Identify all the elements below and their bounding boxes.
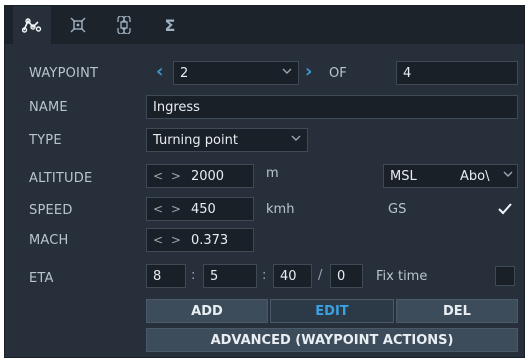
stepper-arrows-icon[interactable]: < >: [153, 169, 183, 183]
eta-separator: /: [318, 268, 323, 283]
tab-route[interactable]: [13, 6, 51, 44]
eta-label: ETA: [29, 271, 54, 286]
waypoint-select[interactable]: 2: [173, 61, 299, 85]
altitude-reference-value: MSL: [390, 168, 417, 184]
waypoint-value: 2: [180, 65, 189, 81]
type-value: Turning point: [153, 132, 238, 148]
eta-separator: :: [191, 268, 196, 283]
eta-minutes-value: 5: [210, 268, 219, 284]
eta-seconds-input[interactable]: 40: [273, 264, 312, 288]
altitude-value: 2000: [190, 168, 225, 184]
prev-waypoint-button[interactable]: ‹: [156, 61, 163, 82]
type-select[interactable]: Turning point: [146, 128, 308, 152]
waypoint-of-label: OF: [329, 66, 347, 81]
stepper-arrows-icon[interactable]: < >: [153, 202, 183, 216]
gs-checkbox[interactable]: [495, 199, 515, 219]
next-waypoint-button[interactable]: ›: [305, 61, 312, 82]
eta-separator: :: [262, 268, 267, 283]
waypoint-total-value: 4: [403, 65, 412, 81]
eta-fraction-input[interactable]: 0: [330, 264, 363, 288]
name-value: Ingress: [153, 99, 200, 115]
route-icon: [22, 18, 42, 33]
waypoint-label: WAYPOINT: [29, 66, 99, 81]
sigma-icon: Σ: [164, 15, 176, 35]
mach-label: MACH: [29, 233, 69, 248]
eta-seconds-value: 40: [280, 268, 297, 284]
altitude-unit: m: [266, 166, 279, 181]
eta-minutes-input[interactable]: 5: [203, 264, 257, 288]
waypoint-editor-panel: Σ WAYPOINT ‹ 2 › OF 4 NAME Ingress TYPE …: [4, 5, 525, 358]
speed-value: 450: [190, 201, 216, 217]
speed-mode-label: GS: [388, 202, 407, 217]
add-button[interactable]: ADD: [146, 299, 268, 323]
name-label: NAME: [29, 100, 68, 115]
fix-time-label: Fix time: [376, 269, 428, 284]
altitude-reference-select[interactable]: MSL Abo\: [383, 164, 518, 188]
speed-spinner[interactable]: < > 450: [146, 197, 254, 221]
speed-label: SPEED: [29, 203, 73, 218]
advanced-waypoint-actions-button[interactable]: ADVANCED (WAYPOINT ACTIONS): [146, 328, 518, 352]
chevron-down-icon: [282, 68, 292, 74]
mach-spinner[interactable]: < > 0.373: [146, 228, 254, 252]
eta-hours-input[interactable]: 8: [146, 264, 186, 288]
edit-button[interactable]: EDIT: [270, 299, 394, 323]
speed-unit: kmh: [266, 202, 295, 217]
eta-hours-value: 8: [153, 268, 162, 284]
delete-button[interactable]: DEL: [396, 299, 518, 323]
tab-summary[interactable]: Σ: [151, 6, 189, 44]
tab-command[interactable]: [105, 6, 143, 44]
chevron-down-icon: [503, 171, 513, 177]
command-icon: [117, 16, 131, 34]
eta-fraction-value: 0: [337, 268, 346, 284]
checkmark-icon: [498, 203, 512, 215]
altitude-label: ALTITUDE: [29, 171, 93, 186]
altitude-reference-mode: Abo\: [460, 168, 490, 184]
target-icon: [70, 17, 86, 33]
waypoint-total-field: 4: [396, 61, 518, 85]
mission-editor-window: Σ WAYPOINT ‹ 2 › OF 4 NAME Ingress TYPE …: [0, 0, 529, 361]
name-input[interactable]: Ingress: [146, 95, 518, 119]
type-label: TYPE: [29, 133, 62, 148]
tab-target[interactable]: [59, 6, 97, 44]
chevron-down-icon: [291, 135, 301, 141]
altitude-spinner[interactable]: < > 2000: [146, 164, 254, 188]
fix-time-checkbox[interactable]: [495, 266, 515, 286]
mach-value: 0.373: [190, 232, 229, 248]
stepper-arrows-icon[interactable]: < >: [153, 233, 183, 247]
tab-bar: Σ: [5, 6, 524, 44]
